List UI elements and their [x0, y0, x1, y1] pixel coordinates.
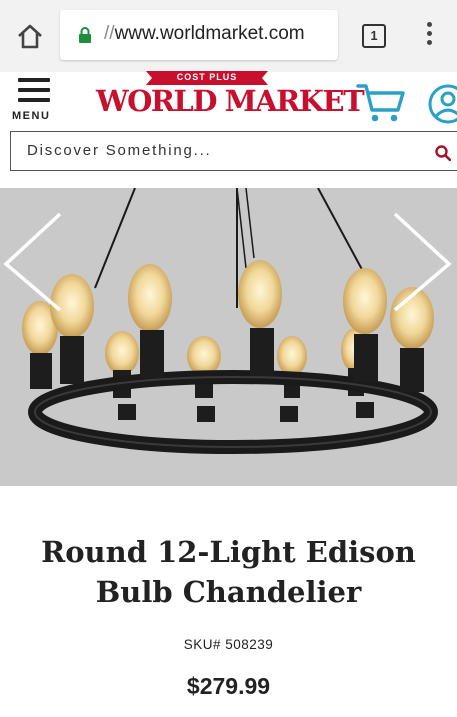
logo-world-market-text: WORLD MARKET: [96, 84, 365, 118]
search-placeholder: Discover Something...: [27, 142, 212, 159]
product-title: Round 12-Light Edison Bulb Chandelier: [0, 532, 457, 612]
url-host: www.worldmarket.com: [114, 23, 305, 44]
world-market-logo[interactable]: COST PLUS WORLD MARKET: [96, 70, 365, 126]
product-title-line-2: Bulb Chandelier: [95, 575, 362, 609]
hamburger-icon: [18, 78, 50, 102]
product-sku: SKU# 508239: [0, 637, 457, 652]
product-price: $279.99: [186, 673, 271, 699]
sku-label: SKU#: [183, 637, 221, 652]
lock-icon: [78, 27, 92, 43]
carousel-next-icon[interactable]: [393, 212, 455, 312]
sku-value: 508239: [225, 637, 274, 652]
url-text[interactable]: //www.worldmarket.com: [104, 23, 305, 45]
tab-switcher-icon[interactable]: 1: [362, 24, 386, 48]
product-title-line-1: Round 12-Light Edison: [41, 535, 416, 569]
url-scheme: //: [104, 23, 115, 44]
cart-icon[interactable]: [356, 80, 406, 124]
home-icon[interactable]: [14, 20, 46, 52]
tab-count: 1: [370, 28, 378, 43]
search-input[interactable]: Discover Something...: [10, 131, 457, 171]
logo-cost-plus-text: COST PLUS: [176, 72, 238, 82]
chandelier-image: [0, 188, 457, 486]
browser-toolbar: //www.worldmarket.com 1: [0, 0, 457, 72]
account-icon[interactable]: [424, 82, 457, 126]
search-icon[interactable]: [435, 145, 452, 162]
more-vert-icon[interactable]: [422, 22, 436, 50]
address-bar[interactable]: //www.worldmarket.com: [60, 10, 338, 60]
menu-button[interactable]: MENU: [12, 76, 58, 124]
menu-label: MENU: [12, 110, 51, 122]
product-image-carousel[interactable]: [0, 188, 457, 486]
carousel-prev-icon[interactable]: [0, 212, 62, 312]
